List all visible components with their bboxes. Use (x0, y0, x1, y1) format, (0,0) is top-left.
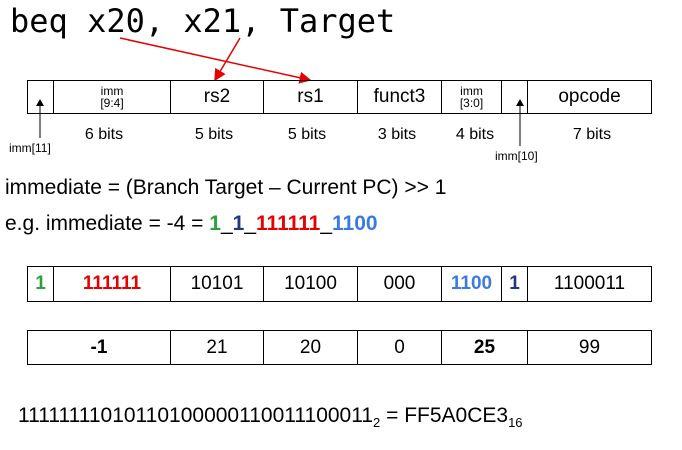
field-funct3: funct3 (358, 81, 442, 113)
field-imm11 (28, 81, 54, 113)
bits-imm-3-0: 4 bits (455, 126, 495, 143)
example-bit10: 1 (232, 212, 245, 235)
formula-text: immediate = (Branch Target – Current PC)… (5, 176, 447, 199)
imm11-label: imm[11] (9, 141, 51, 155)
dec-imm-upper: -1 (28, 331, 171, 364)
bits-imm-9-4: 6 bits (84, 126, 124, 143)
dec-rs1: 20 (264, 331, 358, 364)
dec-rs2: 21 (171, 331, 264, 364)
example-sign-bit: 1 (209, 212, 221, 235)
arrow-x21-to-rs2 (214, 37, 241, 82)
field-rs1: rs1 (264, 81, 358, 113)
binary-row: 1 111111 10101 10100 000 1100 1 1100011 (27, 266, 652, 302)
field-imm-9-4: imm [9:4] (54, 81, 171, 113)
field-rs2: rs2 (171, 81, 264, 113)
dec-funct3: 0 (358, 331, 442, 364)
bits-funct3: 3 bits (377, 126, 417, 143)
example-bits-9-4: 111111 (256, 212, 321, 235)
result-hex-base: 16 (508, 415, 523, 431)
arrow-x20-to-rs1 (119, 37, 312, 84)
imm10-label: imm[10] (495, 149, 538, 163)
bin-rs2: 10101 (171, 267, 264, 301)
bin-imm11: 1 (28, 267, 54, 301)
field-imm10 (502, 81, 528, 113)
decimal-row: -1 21 20 0 25 99 (27, 330, 652, 365)
format-row: imm [9:4] rs2 rs1 funct3 imm [3:0] opcode (27, 80, 652, 114)
bin-rs1: 10100 (264, 267, 358, 301)
bits-rs2: 5 bits (194, 126, 234, 143)
dec-opcode: 99 (578, 336, 601, 358)
result-binary: 11111111010110100000110011100011 (18, 404, 374, 427)
result-line: 111111110101101000001100111000112 = FF5A… (18, 404, 523, 431)
field-opcode: opcode (558, 86, 621, 107)
bin-imm-3-0: 1100 (442, 267, 502, 301)
field-imm-3-0: imm [3:0] (442, 81, 502, 113)
bin-funct3: 000 (358, 267, 442, 301)
dec-imm-lower: 25 (442, 331, 528, 364)
bin-imm-9-4: 111111 (54, 267, 171, 301)
example-text: e.g. immediate = -4 = 1_1_111111_1100 (5, 212, 378, 235)
result-hex: FF5A0CE3 (404, 404, 509, 427)
bits-opcode: 7 bits (572, 126, 612, 143)
bin-imm10: 1 (502, 267, 528, 301)
bin-opcode: 1100011 (553, 273, 626, 294)
bits-rs1: 5 bits (287, 126, 327, 143)
example-bits-3-0: 1100 (332, 212, 378, 235)
